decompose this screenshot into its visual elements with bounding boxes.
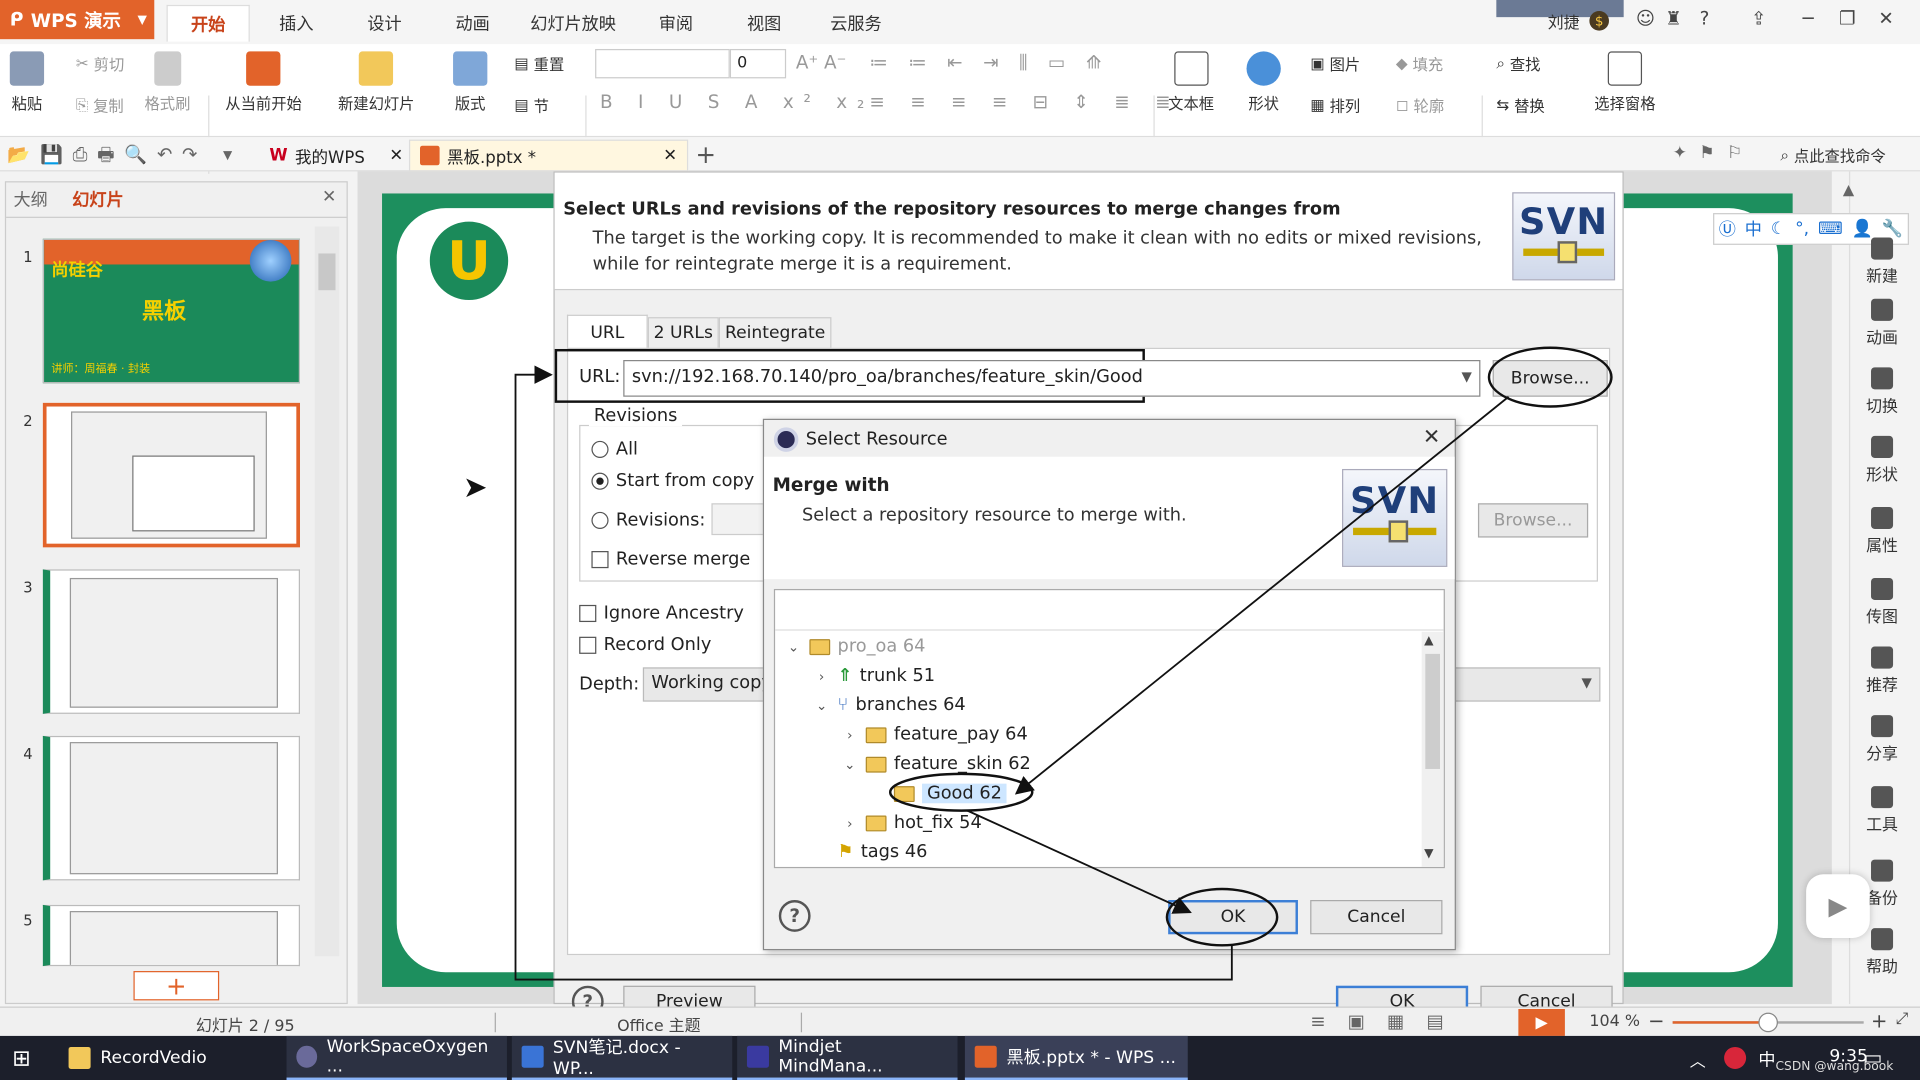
arrow-browse-to-good bbox=[1014, 396, 1510, 795]
arrow-good-to-ok bbox=[966, 809, 1192, 914]
windows-taskbar: ⊞ RecordVedio WorkSpaceOxygen ... SVN笔记.… bbox=[0, 1035, 1920, 1080]
folder-icon bbox=[68, 1046, 91, 1069]
view-mode-icons[interactable]: ≡▣▦▤ bbox=[1310, 1010, 1466, 1032]
ime-indicator[interactable]: 中 bbox=[1758, 1047, 1775, 1071]
theme-name: Office 主题 bbox=[617, 1017, 701, 1036]
task-mindjet[interactable]: Mindjet MindMana... bbox=[737, 1035, 958, 1080]
notification-icon[interactable]: ▭ bbox=[1864, 1046, 1883, 1069]
gear-icon bbox=[296, 1045, 317, 1068]
arrow-ok-to-url bbox=[514, 365, 1233, 981]
mindjet-icon bbox=[746, 1045, 769, 1068]
zoom-in-icon[interactable]: + bbox=[1871, 1009, 1887, 1032]
windows-start-icon[interactable]: ⊞ bbox=[12, 1046, 30, 1072]
fit-window-icon[interactable]: ⤢ bbox=[1896, 1010, 1909, 1028]
task-wps-presentation[interactable]: 黑板.pptx * - WPS ... bbox=[964, 1035, 1188, 1080]
slide-position: 幻灯片 2 / 95 bbox=[195, 1017, 295, 1036]
annotation-overlay bbox=[514, 365, 1510, 981]
play-slideshow-button[interactable]: ▶ bbox=[1518, 1008, 1565, 1036]
wps-presentation-icon bbox=[974, 1045, 997, 1068]
task-oxygen[interactable]: WorkSpaceOxygen ... bbox=[286, 1035, 507, 1080]
tray-app-icon[interactable] bbox=[1724, 1046, 1747, 1069]
task-svn-notes[interactable]: SVN笔记.docx - WP... bbox=[511, 1035, 733, 1080]
status-bar: 幻灯片 2 / 95 Office 主题 ≡▣▦▤ ▶ 104 % − + ⤢ bbox=[0, 1006, 1920, 1036]
zoom-slider-thumb[interactable] bbox=[1758, 1012, 1778, 1033]
zoom-level: 104 % bbox=[1589, 1012, 1640, 1032]
reading-view-icon[interactable]: ▤ bbox=[1426, 1010, 1465, 1032]
notes-view-icon[interactable]: ≡ bbox=[1310, 1010, 1347, 1032]
tray-expand-icon[interactable]: ︿ bbox=[1690, 1048, 1706, 1071]
good-highlight-circle bbox=[888, 772, 1034, 812]
normal-view-icon[interactable]: ▣ bbox=[1348, 1010, 1387, 1032]
sorter-view-icon[interactable]: ▦ bbox=[1387, 1010, 1426, 1032]
zoom-slider[interactable] bbox=[1672, 1012, 1864, 1033]
wps-writer-icon bbox=[521, 1045, 544, 1068]
zoom-out-icon[interactable]: − bbox=[1648, 1009, 1664, 1032]
task-recordvedio[interactable]: RecordVedio bbox=[59, 1036, 279, 1080]
